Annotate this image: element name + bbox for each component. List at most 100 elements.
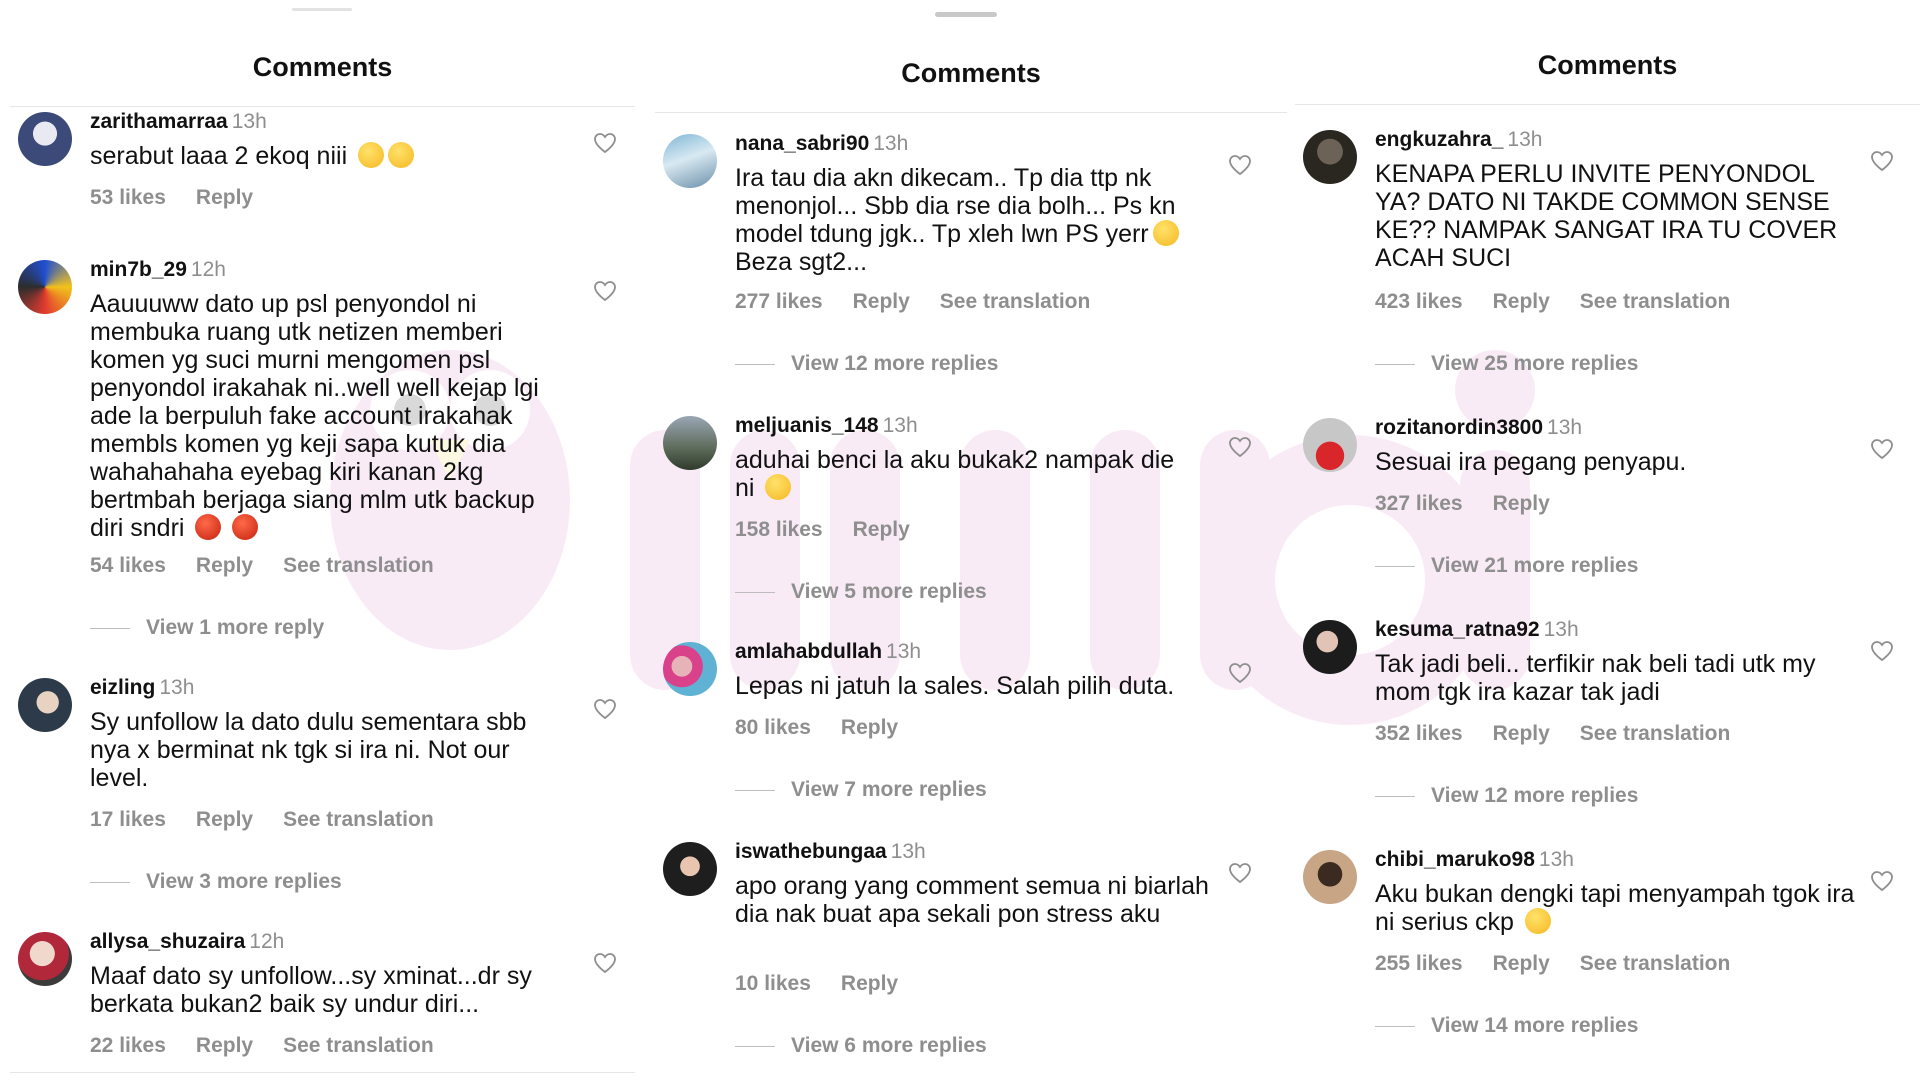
heart-outline-icon[interactable] <box>593 698 617 720</box>
tomato-emoji-icon <box>195 514 222 540</box>
heart-outline-icon[interactable] <box>1228 436 1252 458</box>
header-divider <box>10 106 635 107</box>
comment-text: Tak jadi beli.. terfikir nak beli tadi u… <box>1375 650 1816 706</box>
avatar[interactable] <box>1303 850 1357 904</box>
see-translation-button[interactable]: See translation <box>1580 952 1731 975</box>
header-divider <box>1295 104 1920 105</box>
bottom-divider <box>10 1072 635 1073</box>
likes-count[interactable]: 327 likes <box>1375 492 1463 515</box>
username[interactable]: eizling <box>90 676 155 699</box>
heart-outline-icon[interactable] <box>1228 862 1252 884</box>
username[interactable]: engkuzahra_ <box>1375 128 1503 151</box>
username[interactable]: rozitanordin3800 <box>1375 416 1543 439</box>
see-translation-button[interactable]: See translation <box>1580 722 1731 745</box>
reply-button[interactable]: Reply <box>196 1034 253 1057</box>
likes-count[interactable]: 352 likes <box>1375 722 1463 745</box>
avatar[interactable] <box>18 678 72 732</box>
timestamp: 13h <box>886 640 922 663</box>
view-replies-button[interactable]: View 25 more replies <box>1375 352 1638 376</box>
reply-button[interactable]: Reply <box>1493 290 1550 313</box>
reply-button[interactable]: Reply <box>853 290 910 313</box>
heart-outline-icon[interactable] <box>593 280 617 302</box>
view-replies-button[interactable]: View 3 more replies <box>90 870 342 894</box>
comment-text: Maaf dato sy unfollow...sy xminat...dr s… <box>90 962 532 1018</box>
see-translation-button[interactable]: See translation <box>283 554 434 577</box>
timestamp: 12h <box>190 258 226 281</box>
avatar[interactable] <box>18 260 72 314</box>
likes-count[interactable]: 17 likes <box>90 808 166 831</box>
drag-handle[interactable] <box>292 8 352 11</box>
header-divider <box>655 112 1287 113</box>
heart-outline-icon[interactable] <box>1228 662 1252 684</box>
reply-button[interactable]: Reply <box>853 518 910 541</box>
heart-outline-icon[interactable] <box>1870 150 1894 172</box>
view-replies-button[interactable]: View 12 more replies <box>735 352 998 376</box>
likes-count[interactable]: 423 likes <box>1375 290 1463 313</box>
expressionless-emoji-icon <box>388 142 415 168</box>
username[interactable]: allysa_shuzaira <box>90 930 245 953</box>
likes-count[interactable]: 80 likes <box>735 716 811 739</box>
avatar[interactable] <box>663 642 717 696</box>
avatar[interactable] <box>1303 418 1357 472</box>
view-replies-button[interactable]: View 7 more replies <box>735 778 987 802</box>
username[interactable]: kesuma_ratna92 <box>1375 618 1540 641</box>
avatar[interactable] <box>1303 620 1357 674</box>
likes-count[interactable]: 277 likes <box>735 290 823 313</box>
reply-button[interactable]: Reply <box>196 808 253 831</box>
see-translation-button[interactable]: See translation <box>1580 290 1731 313</box>
reply-button[interactable]: Reply <box>1493 722 1550 745</box>
timestamp: 13h <box>231 110 267 133</box>
username[interactable]: iswathebungaa <box>735 840 887 863</box>
username[interactable]: min7b_29 <box>90 258 187 281</box>
see-translation-button[interactable]: See translation <box>940 290 1091 313</box>
reply-button[interactable]: Reply <box>841 972 898 995</box>
reply-button[interactable]: Reply <box>196 186 253 209</box>
likes-count[interactable]: 255 likes <box>1375 952 1463 975</box>
likes-count[interactable]: 22 likes <box>90 1034 166 1057</box>
timestamp: 13h <box>882 414 918 437</box>
reply-button[interactable]: Reply <box>196 554 253 577</box>
heart-outline-icon[interactable] <box>593 952 617 974</box>
comment-text: Ira tau dia akn dikecam.. Tp dia ttp nk … <box>735 164 1176 248</box>
avatar[interactable] <box>1303 130 1357 184</box>
likes-count[interactable]: 54 likes <box>90 554 166 577</box>
heart-outline-icon[interactable] <box>1870 438 1894 460</box>
view-replies-button[interactable]: View 1 more reply <box>90 616 324 640</box>
comment-text: Aauuuww dato up psl penyondol ni membuka… <box>90 290 539 542</box>
reply-button[interactable]: Reply <box>841 716 898 739</box>
likes-count[interactable]: 158 likes <box>735 518 823 541</box>
avatar[interactable] <box>18 932 72 986</box>
username[interactable]: amlahabdullah <box>735 640 882 663</box>
heart-outline-icon[interactable] <box>1870 640 1894 662</box>
username[interactable]: nana_sabri90 <box>735 132 869 155</box>
avatar[interactable] <box>663 416 717 470</box>
timestamp: 13h <box>1507 128 1543 151</box>
comments-panel-2: Comments nana_sabri90 13h Ira tau dia akn… <box>655 0 1287 1080</box>
timestamp: 13h <box>873 132 909 155</box>
view-replies-button[interactable]: View 5 more replies <box>735 580 987 604</box>
likes-count[interactable]: 53 likes <box>90 186 166 209</box>
avatar[interactable] <box>663 842 717 896</box>
see-translation-button[interactable]: See translation <box>283 1034 434 1057</box>
username[interactable]: chibi_maruko98 <box>1375 848 1535 871</box>
avatar[interactable] <box>18 112 72 166</box>
view-replies-button[interactable]: View 21 more replies <box>1375 554 1638 578</box>
heart-outline-icon[interactable] <box>593 132 617 154</box>
reply-button[interactable]: Reply <box>1493 492 1550 515</box>
timestamp: 13h <box>159 676 195 699</box>
drag-handle[interactable] <box>935 12 997 17</box>
username[interactable]: zarithamarraa <box>90 110 228 133</box>
view-replies-button[interactable]: View 6 more replies <box>735 1034 987 1058</box>
heart-outline-icon[interactable] <box>1870 870 1894 892</box>
view-replies-button[interactable]: View 12 more replies <box>1375 784 1638 808</box>
panel-title: Comments <box>252 52 393 82</box>
comment-text: Lepas ni jatuh la sales. Salah pilih dut… <box>735 672 1175 700</box>
view-replies-button[interactable]: View 14 more replies <box>1375 1014 1638 1038</box>
reply-button[interactable]: Reply <box>1493 952 1550 975</box>
username[interactable]: meljuanis_148 <box>735 414 879 437</box>
heart-outline-icon[interactable] <box>1228 154 1252 176</box>
likes-count[interactable]: 10 likes <box>735 972 811 995</box>
avatar[interactable] <box>663 134 717 188</box>
see-translation-button[interactable]: See translation <box>283 808 434 831</box>
comments-panel-3: Comments engkuzahra_ 13h KENAPA PERLU INV… <box>1295 0 1920 1080</box>
